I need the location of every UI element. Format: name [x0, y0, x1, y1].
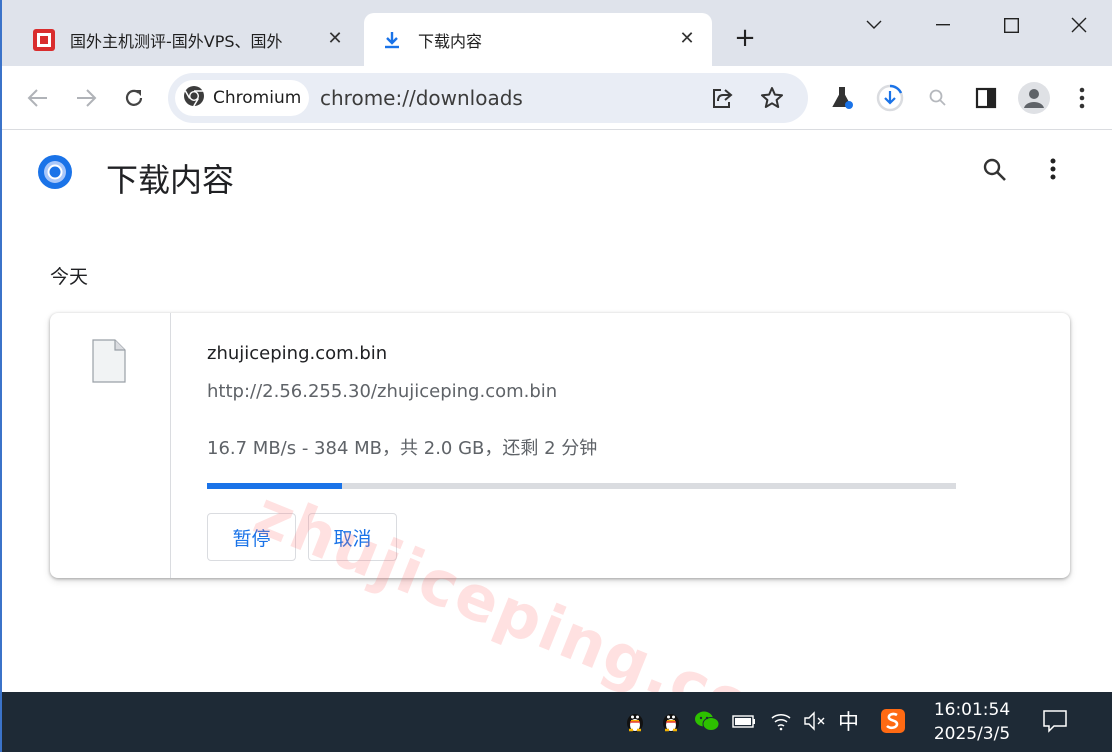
downloads-page: 下载内容 今天 zhujiceping.com.bin http://2.56.… [2, 131, 1112, 752]
close-window-button[interactable] [1056, 10, 1102, 40]
omnibox[interactable]: Chromium chrome://downloads [168, 73, 808, 123]
back-button[interactable] [22, 82, 54, 114]
url-text[interactable]: chrome://downloads [320, 86, 523, 110]
bookmark-star-icon[interactable] [759, 85, 785, 111]
chip-label: Chromium [213, 88, 302, 108]
file-url[interactable]: http://2.56.255.30/zhujiceping.com.bin [207, 381, 557, 402]
browser-window: 国外主机测评-国外VPS、国外 ✕ 下载内容 ✕ + Chromium chro… [0, 0, 1112, 752]
date-header: 今天 [50, 266, 89, 288]
more-options-icon[interactable] [1050, 157, 1056, 185]
menu-kebab-icon[interactable] [1066, 82, 1098, 114]
chrome-logo-icon [36, 153, 74, 195]
page-title: 下载内容 [106, 161, 235, 199]
qq-penguin-icon[interactable] [622, 708, 648, 734]
file-icon [92, 339, 126, 387]
forward-button[interactable] [70, 82, 102, 114]
progress-fill [207, 483, 342, 489]
side-panel-icon[interactable] [970, 82, 1002, 114]
file-icon-column [50, 313, 171, 578]
tab-zhujiceping[interactable]: 国外主机测评-国外VPS、国外 ✕ [16, 13, 360, 66]
tab-title: 下载内容 [418, 31, 483, 51]
profile-avatar-icon[interactable] [1018, 82, 1050, 114]
download-icon [380, 28, 404, 52]
taskbar: 中 16:01:54 2025/3/5 [2, 692, 1112, 752]
qq-penguin-icon[interactable] [658, 708, 684, 734]
close-tab-icon[interactable]: ✕ [326, 30, 344, 48]
site-chip[interactable]: Chromium [175, 80, 309, 116]
tab-title: 国外主机测评-国外VPS、国外 [70, 31, 283, 51]
volume-muted-icon[interactable] [802, 708, 828, 734]
zoom-search-icon[interactable] [922, 82, 954, 114]
search-icon[interactable] [982, 157, 1008, 187]
battery-icon[interactable] [731, 708, 757, 734]
maximize-button[interactable] [988, 10, 1034, 40]
new-tab-button[interactable]: + [732, 25, 758, 52]
minimize-button[interactable] [920, 10, 966, 40]
share-icon[interactable] [710, 85, 736, 111]
download-progress-bar [207, 483, 956, 489]
tab-strip: 国外主机测评-国外VPS、国外 ✕ 下载内容 ✕ + [2, 0, 1112, 66]
chromium-icon [183, 85, 205, 112]
wifi-icon[interactable] [768, 708, 794, 734]
taskbar-clock[interactable]: 16:01:54 2025/3/5 [922, 698, 1022, 746]
pause-button[interactable]: 暂停 [207, 513, 296, 561]
close-tab-icon[interactable]: ✕ [678, 30, 696, 48]
sogou-ime-icon[interactable] [880, 708, 906, 734]
clock-time: 16:01:54 [933, 700, 1011, 720]
labs-flask-icon[interactable] [826, 82, 858, 114]
reload-button[interactable] [118, 82, 150, 114]
tab-search-icon[interactable] [851, 10, 897, 40]
notification-icon[interactable] [1042, 708, 1068, 734]
file-name[interactable]: zhujiceping.com.bin [207, 343, 387, 364]
clock-date: 2025/3/5 [933, 724, 1011, 744]
ime-indicator[interactable]: 中 [838, 706, 859, 736]
site-favicon-icon [32, 28, 56, 52]
toolbar: Chromium chrome://downloads [2, 66, 1112, 130]
cancel-button[interactable]: 取消 [308, 513, 397, 561]
download-item-card: zhujiceping.com.bin http://2.56.255.30/z… [50, 313, 1070, 578]
downloads-progress-icon[interactable] [874, 82, 906, 114]
download-status: 16.7 MB/s - 384 MB，共 2.0 GB，还剩 2 分钟 [207, 438, 598, 459]
wechat-icon[interactable] [694, 708, 720, 734]
tab-downloads[interactable]: 下载内容 ✕ [364, 13, 712, 66]
